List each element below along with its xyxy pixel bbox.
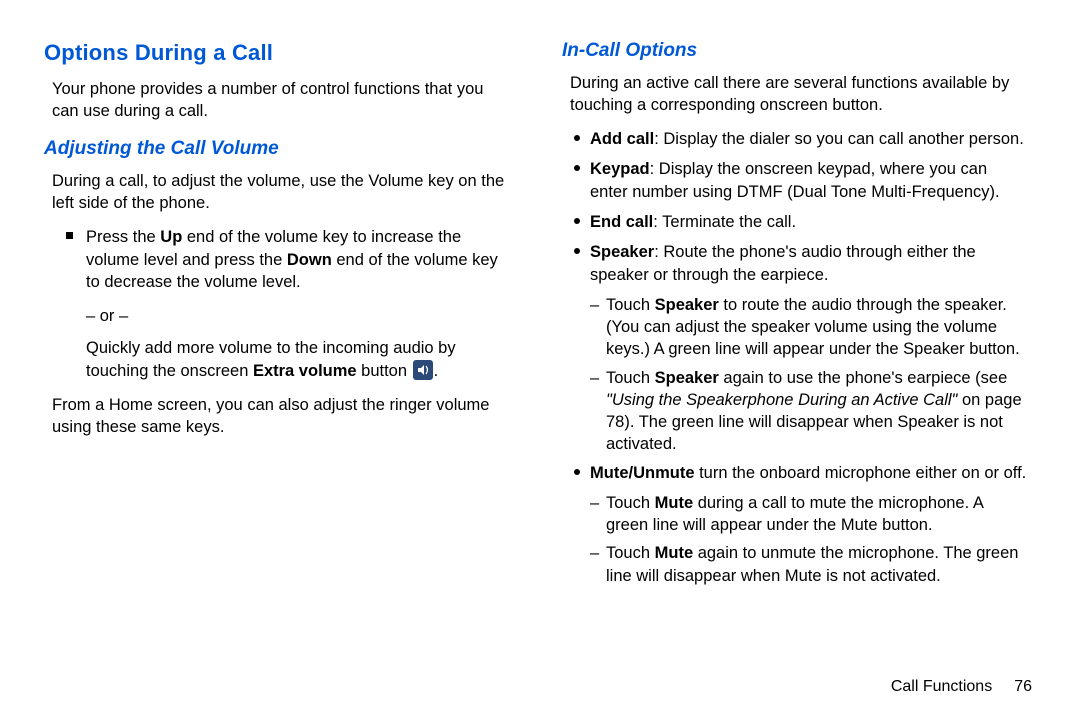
heading-adjusting-volume: Adjusting the Call Volume (44, 136, 518, 162)
up-label: Up (160, 228, 182, 246)
text: Touch (606, 369, 655, 387)
speaker-label: Speaker (655, 369, 719, 387)
manual-page: Options During a Call Your phone provide… (0, 0, 1080, 720)
right-column: In-Call Options During an active call th… (540, 36, 1044, 702)
add-call-label: Add call (590, 130, 654, 148)
or-separator: – or – (86, 305, 510, 327)
text: : Display the dialer so you can call ano… (654, 130, 1024, 148)
bullet-add-call: Add call: Display the dialer so you can … (590, 128, 1028, 150)
volume-key-bullet: Press the Up end of the volume key to in… (86, 226, 510, 293)
text: Touch (606, 494, 655, 512)
heading-options-during-call: Options During a Call (44, 38, 518, 68)
sub-mute-on: Touch Mute during a call to mute the mic… (606, 492, 1028, 537)
bullet-speaker: Speaker: Route the phone's audio through… (590, 241, 1028, 286)
extra-volume-instruction: Quickly add more volume to the incoming … (86, 337, 510, 382)
sub-speaker-on: Touch Speaker to route the audio through… (606, 294, 1028, 361)
page-footer: Call Functions 76 (891, 676, 1032, 698)
mute-label: Mute/Unmute (590, 464, 695, 482)
text: . (434, 362, 439, 380)
text: again to use the phone's earpiece (see (719, 369, 1007, 387)
incall-intro: During an active call there are several … (570, 72, 1028, 117)
text: Touch (606, 296, 655, 314)
bullet-end-call: End call: Terminate the call. (590, 211, 1028, 233)
sub-speaker-off: Touch Speaker again to use the phone's e… (606, 367, 1028, 456)
bullet-mute: Mute/Unmute turn the onboard microphone … (590, 462, 1028, 484)
mute-label: Mute (655, 494, 694, 512)
speaker-label: Speaker (655, 296, 719, 314)
volume-instruction: During a call, to adjust the volume, use… (52, 170, 510, 215)
extra-volume-icon (413, 360, 433, 380)
text: : Terminate the call. (653, 213, 796, 231)
left-column: Options During a Call Your phone provide… (36, 36, 540, 702)
section-name: Call Functions (891, 678, 992, 695)
text: turn the onboard microphone either on or… (695, 464, 1027, 482)
speaker-label: Speaker (590, 243, 654, 261)
down-label: Down (287, 251, 332, 269)
text: Touch (606, 544, 655, 562)
text: : Display the onscreen keypad, where you… (590, 160, 1000, 200)
end-call-label: End call (590, 213, 653, 231)
intro-text: Your phone provides a number of control … (52, 78, 510, 123)
cross-reference: "Using the Speakerphone During an Active… (606, 391, 957, 409)
home-screen-note: From a Home screen, you can also adjust … (52, 394, 510, 439)
heading-in-call-options: In-Call Options (562, 38, 1036, 64)
text: Press the (86, 228, 160, 246)
bullet-keypad: Keypad: Display the onscreen keypad, whe… (590, 158, 1028, 203)
sub-mute-off: Touch Mute again to unmute the microphon… (606, 542, 1028, 587)
mute-label: Mute (655, 544, 694, 562)
extra-volume-label: Extra volume (253, 362, 357, 380)
text: button (357, 362, 412, 380)
page-number: 76 (1014, 678, 1032, 695)
keypad-label: Keypad (590, 160, 650, 178)
